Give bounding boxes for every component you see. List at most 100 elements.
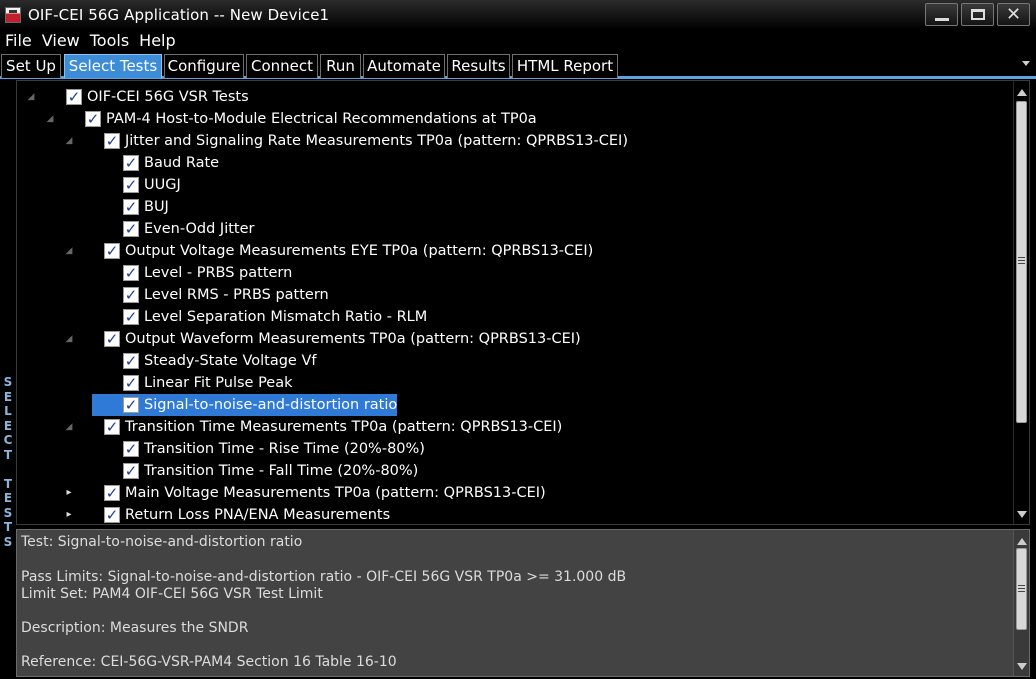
window-controls: ✕ [925, 3, 1030, 26]
tab-configure[interactable]: Configure [164, 54, 244, 78]
tab-html-report[interactable]: HTML Report [512, 54, 618, 78]
tree-row[interactable]: ◢ ✓ PAM-4 Host-to-Module Electrical Recomm… [17, 108, 1017, 130]
checkbox[interactable]: ✓ [123, 463, 139, 479]
menu-help[interactable]: Help [134, 30, 180, 52]
tree-row[interactable]: ✓ UUGJ [17, 174, 1017, 196]
collapse-arrow-icon[interactable]: ◢ [25, 86, 37, 108]
checkbox[interactable]: ✓ [123, 353, 139, 369]
scroll-up-arrow-icon[interactable] [1017, 89, 1027, 96]
info-test: Test: Signal-to-noise-and-distortion rat… [21, 534, 303, 550]
checkbox[interactable]: ✓ [104, 419, 120, 435]
info-scrollbar-thumb[interactable] [1016, 548, 1027, 630]
checkbox[interactable]: ✓ [123, 265, 139, 281]
checkbox[interactable]: ✓ [104, 331, 120, 347]
tree-row[interactable]: ✓ Steady-State Voltage Vf [17, 350, 1017, 372]
grip-line [1018, 591, 1025, 592]
tree-row[interactable]: ✓ Level - PRBS pattern [17, 262, 1017, 284]
tab-automate[interactable]: Automate [363, 54, 445, 78]
checkbox[interactable]: ✓ [85, 111, 101, 127]
checkbox[interactable]: ✓ [123, 155, 139, 171]
tree-row[interactable]: ✓ Level Separation Mismatch Ratio - RLM [17, 306, 1017, 328]
tree-row[interactable]: ◢ ✓ Output Waveform Measurements TP0a (pat… [17, 328, 1017, 350]
grip-line [1018, 263, 1025, 264]
tab-select-tests[interactable]: Select Tests [64, 54, 162, 78]
minimize-button[interactable] [925, 3, 958, 26]
tab-results[interactable]: Results [447, 54, 510, 78]
checkbox[interactable]: ✓ [104, 485, 120, 501]
collapse-arrow-icon[interactable]: ◢ [63, 328, 75, 350]
info-limit-set: Limit Set: PAM4 OIF-CEI 56G VSR Test Lim… [21, 586, 323, 602]
tree-row-label: Output Waveform Measurements TP0a (patte… [125, 331, 581, 347]
expand-arrow-icon[interactable]: ▸ [63, 504, 75, 524]
scroll-up-arrow-icon[interactable] [1017, 538, 1027, 545]
checkbox[interactable]: ✓ [123, 375, 139, 391]
checkbox[interactable]: ✓ [123, 199, 139, 215]
tree-row-label: Main Voltage Measurements TP0a (pattern:… [125, 485, 546, 501]
tree-scrollbar-thumb[interactable] [1016, 101, 1027, 423]
tree-row-label: Transition Time Measurements TP0a (patte… [125, 419, 563, 435]
tab-overflow-chevron-down-icon[interactable] [1022, 61, 1030, 66]
tree-row-label: Jitter and Signaling Rate Measurements T… [125, 133, 628, 149]
checkbox[interactable]: ✓ [104, 243, 120, 259]
tree-row[interactable]: ✓ Even-Odd Jitter [17, 218, 1017, 240]
tree-row[interactable]: ◢ ✓ Output Voltage Measurements EYE TP0a (… [17, 240, 1017, 262]
close-button[interactable]: ✕ [997, 3, 1030, 26]
checkbox[interactable]: ✓ [123, 177, 139, 193]
scroll-down-arrow-icon[interactable] [1017, 511, 1027, 518]
info-description: Description: Measures the SNDR [21, 620, 249, 636]
checkbox[interactable]: ✓ [104, 133, 120, 149]
tree-row[interactable]: ✓ Signal-to-noise-and-distortion ratio [17, 394, 1017, 416]
checkbox[interactable]: ✓ [123, 397, 139, 413]
checkbox[interactable]: ✓ [123, 287, 139, 303]
tree-row-label: Return Loss PNA/ENA Measurements [125, 507, 391, 523]
menu-view[interactable]: View [37, 30, 85, 52]
checkbox[interactable]: ✓ [123, 221, 139, 237]
checkbox[interactable]: ✓ [104, 507, 120, 523]
tree-row-label: Signal-to-noise-and-distortion ratio [144, 397, 398, 413]
tree-row[interactable]: ▸ ✓ Return Loss PNA/ENA Measurements [17, 504, 1017, 524]
tab-connect[interactable]: Connect [246, 54, 318, 78]
tree-row-label: OIF-CEI 56G VSR Tests [87, 89, 249, 105]
menu-tools[interactable]: Tools [85, 30, 134, 52]
tree-row[interactable]: ✓ Linear Fit Pulse Peak [17, 372, 1017, 394]
checkbox[interactable]: ✓ [123, 309, 139, 325]
grip-line [1018, 588, 1025, 589]
tree-row[interactable]: ✓ Baud Rate [17, 152, 1017, 174]
collapse-arrow-icon[interactable]: ◢ [63, 416, 75, 438]
tree-row[interactable]: ✓ Transition Time - Fall Time (20%-80%) [17, 460, 1017, 482]
minimize-icon [934, 17, 949, 21]
tree-row[interactable]: ✓ Level RMS - PRBS pattern [17, 284, 1017, 306]
tree-row[interactable]: ◢ ✓ Jitter and Signaling Rate Measurements… [17, 130, 1017, 152]
tree-row-label: Level Separation Mismatch Ratio - RLM [144, 309, 428, 325]
scroll-down-arrow-icon[interactable] [1017, 663, 1027, 670]
collapse-arrow-icon[interactable]: ◢ [63, 130, 75, 152]
checkbox[interactable]: ✓ [66, 89, 82, 105]
expand-arrow-icon[interactable]: ▸ [63, 482, 75, 504]
tree-scrollbar[interactable] [1013, 81, 1029, 524]
tab-bar: Set Up Select Tests Configure Connect Ru… [0, 53, 1036, 79]
tree-row[interactable]: ✓ Transition Time - Rise Time (20%-80%) [17, 438, 1017, 460]
tab-set-up[interactable]: Set Up [1, 54, 61, 78]
test-tree-panel: ◢ ✓ OIF-CEI 56G VSR Tests ◢ ✓ PAM-4 Host-to-M… [16, 80, 1030, 525]
tree-row[interactable]: ✓ BUJ [17, 196, 1017, 218]
collapse-arrow-icon[interactable]: ◢ [44, 108, 56, 130]
tree-row-label: Level - PRBS pattern [144, 265, 293, 281]
grip-line [1018, 585, 1025, 586]
tree-row-label: Transition Time - Rise Time (20%-80%) [144, 441, 425, 457]
tree-row[interactable]: ◢ ✓ OIF-CEI 56G VSR Tests [17, 86, 1017, 108]
tree-row[interactable]: ◢ ✓ Transition Time Measurements TP0a (pat… [17, 416, 1017, 438]
info-scrollbar[interactable] [1013, 530, 1029, 676]
tree-row[interactable]: ▸ ✓ Main Voltage Measurements TP0a (patter… [17, 482, 1017, 504]
tree-row-label: Linear Fit Pulse Peak [144, 375, 293, 391]
side-panel-label: S E L E C T T E S T S [0, 80, 16, 679]
collapse-arrow-icon[interactable]: ◢ [63, 240, 75, 262]
tree-row-label: Output Voltage Measurements EYE TP0a (pa… [125, 243, 594, 259]
tab-run[interactable]: Run [320, 54, 361, 78]
checkbox[interactable]: ✓ [123, 441, 139, 457]
tree-row-label: PAM-4 Host-to-Module Electrical Recommen… [106, 111, 537, 127]
maximize-button[interactable] [961, 3, 994, 26]
title-bar: OIF-CEI 56G Application -- New Device1 ✕ [0, 0, 1036, 30]
menu-file[interactable]: File [0, 30, 37, 52]
tree-row-label: UUGJ [144, 177, 181, 193]
window-title: OIF-CEI 56G Application -- New Device1 [28, 6, 330, 24]
